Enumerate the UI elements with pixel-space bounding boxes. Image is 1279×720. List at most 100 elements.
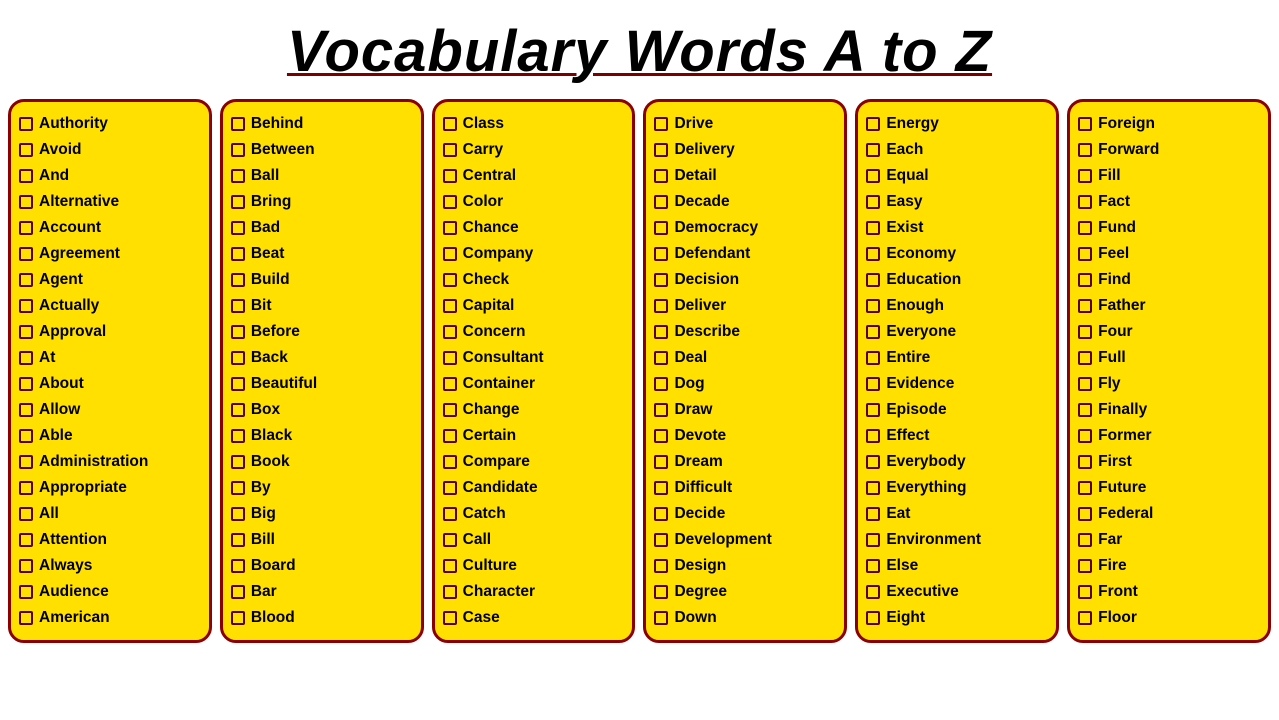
checkbox-icon[interactable] bbox=[19, 377, 33, 391]
checkbox-icon[interactable] bbox=[654, 403, 668, 417]
checkbox-icon[interactable] bbox=[1078, 533, 1092, 547]
checkbox-icon[interactable] bbox=[443, 377, 457, 391]
checkbox-icon[interactable] bbox=[654, 195, 668, 209]
checkbox-icon[interactable] bbox=[231, 299, 245, 313]
checkbox-icon[interactable] bbox=[19, 585, 33, 599]
checkbox-icon[interactable] bbox=[1078, 273, 1092, 287]
checkbox-icon[interactable] bbox=[1078, 143, 1092, 157]
checkbox-icon[interactable] bbox=[19, 299, 33, 313]
checkbox-icon[interactable] bbox=[19, 195, 33, 209]
checkbox-icon[interactable] bbox=[1078, 195, 1092, 209]
checkbox-icon[interactable] bbox=[1078, 377, 1092, 391]
checkbox-icon[interactable] bbox=[654, 585, 668, 599]
checkbox-icon[interactable] bbox=[866, 403, 880, 417]
checkbox-icon[interactable] bbox=[866, 377, 880, 391]
checkbox-icon[interactable] bbox=[1078, 429, 1092, 443]
checkbox-icon[interactable] bbox=[19, 273, 33, 287]
checkbox-icon[interactable] bbox=[654, 377, 668, 391]
checkbox-icon[interactable] bbox=[654, 559, 668, 573]
checkbox-icon[interactable] bbox=[866, 585, 880, 599]
checkbox-icon[interactable] bbox=[1078, 169, 1092, 183]
checkbox-icon[interactable] bbox=[231, 377, 245, 391]
checkbox-icon[interactable] bbox=[19, 533, 33, 547]
checkbox-icon[interactable] bbox=[231, 403, 245, 417]
checkbox-icon[interactable] bbox=[231, 169, 245, 183]
checkbox-icon[interactable] bbox=[443, 559, 457, 573]
checkbox-icon[interactable] bbox=[1078, 351, 1092, 365]
checkbox-icon[interactable] bbox=[443, 611, 457, 625]
checkbox-icon[interactable] bbox=[654, 117, 668, 131]
checkbox-icon[interactable] bbox=[866, 429, 880, 443]
checkbox-icon[interactable] bbox=[231, 611, 245, 625]
checkbox-icon[interactable] bbox=[231, 221, 245, 235]
checkbox-icon[interactable] bbox=[443, 481, 457, 495]
checkbox-icon[interactable] bbox=[1078, 481, 1092, 495]
checkbox-icon[interactable] bbox=[19, 325, 33, 339]
checkbox-icon[interactable] bbox=[19, 611, 33, 625]
checkbox-icon[interactable] bbox=[1078, 611, 1092, 625]
checkbox-icon[interactable] bbox=[19, 351, 33, 365]
checkbox-icon[interactable] bbox=[654, 169, 668, 183]
checkbox-icon[interactable] bbox=[443, 351, 457, 365]
checkbox-icon[interactable] bbox=[866, 169, 880, 183]
checkbox-icon[interactable] bbox=[231, 117, 245, 131]
checkbox-icon[interactable] bbox=[866, 455, 880, 469]
checkbox-icon[interactable] bbox=[443, 455, 457, 469]
checkbox-icon[interactable] bbox=[1078, 221, 1092, 235]
checkbox-icon[interactable] bbox=[443, 325, 457, 339]
checkbox-icon[interactable] bbox=[443, 403, 457, 417]
checkbox-icon[interactable] bbox=[1078, 299, 1092, 313]
checkbox-icon[interactable] bbox=[19, 507, 33, 521]
checkbox-icon[interactable] bbox=[1078, 559, 1092, 573]
checkbox-icon[interactable] bbox=[654, 429, 668, 443]
checkbox-icon[interactable] bbox=[866, 507, 880, 521]
checkbox-icon[interactable] bbox=[654, 299, 668, 313]
checkbox-icon[interactable] bbox=[866, 117, 880, 131]
checkbox-icon[interactable] bbox=[443, 533, 457, 547]
checkbox-icon[interactable] bbox=[231, 247, 245, 261]
checkbox-icon[interactable] bbox=[19, 117, 33, 131]
checkbox-icon[interactable] bbox=[443, 195, 457, 209]
checkbox-icon[interactable] bbox=[231, 559, 245, 573]
checkbox-icon[interactable] bbox=[866, 559, 880, 573]
checkbox-icon[interactable] bbox=[231, 429, 245, 443]
checkbox-icon[interactable] bbox=[654, 533, 668, 547]
checkbox-icon[interactable] bbox=[443, 507, 457, 521]
checkbox-icon[interactable] bbox=[231, 507, 245, 521]
checkbox-icon[interactable] bbox=[19, 403, 33, 417]
checkbox-icon[interactable] bbox=[1078, 455, 1092, 469]
checkbox-icon[interactable] bbox=[866, 273, 880, 287]
checkbox-icon[interactable] bbox=[866, 481, 880, 495]
checkbox-icon[interactable] bbox=[866, 611, 880, 625]
checkbox-icon[interactable] bbox=[19, 481, 33, 495]
checkbox-icon[interactable] bbox=[443, 585, 457, 599]
checkbox-icon[interactable] bbox=[866, 299, 880, 313]
checkbox-icon[interactable] bbox=[231, 481, 245, 495]
checkbox-icon[interactable] bbox=[654, 221, 668, 235]
checkbox-icon[interactable] bbox=[654, 273, 668, 287]
checkbox-icon[interactable] bbox=[654, 455, 668, 469]
checkbox-icon[interactable] bbox=[443, 169, 457, 183]
checkbox-icon[interactable] bbox=[1078, 117, 1092, 131]
checkbox-icon[interactable] bbox=[866, 221, 880, 235]
checkbox-icon[interactable] bbox=[443, 143, 457, 157]
checkbox-icon[interactable] bbox=[654, 481, 668, 495]
checkbox-icon[interactable] bbox=[231, 585, 245, 599]
checkbox-icon[interactable] bbox=[231, 195, 245, 209]
checkbox-icon[interactable] bbox=[866, 143, 880, 157]
checkbox-icon[interactable] bbox=[1078, 247, 1092, 261]
checkbox-icon[interactable] bbox=[19, 143, 33, 157]
checkbox-icon[interactable] bbox=[231, 455, 245, 469]
checkbox-icon[interactable] bbox=[443, 117, 457, 131]
checkbox-icon[interactable] bbox=[1078, 585, 1092, 599]
checkbox-icon[interactable] bbox=[443, 299, 457, 313]
checkbox-icon[interactable] bbox=[443, 429, 457, 443]
checkbox-icon[interactable] bbox=[231, 351, 245, 365]
checkbox-icon[interactable] bbox=[443, 221, 457, 235]
checkbox-icon[interactable] bbox=[231, 143, 245, 157]
checkbox-icon[interactable] bbox=[654, 143, 668, 157]
checkbox-icon[interactable] bbox=[866, 195, 880, 209]
checkbox-icon[interactable] bbox=[654, 351, 668, 365]
checkbox-icon[interactable] bbox=[443, 247, 457, 261]
checkbox-icon[interactable] bbox=[654, 507, 668, 521]
